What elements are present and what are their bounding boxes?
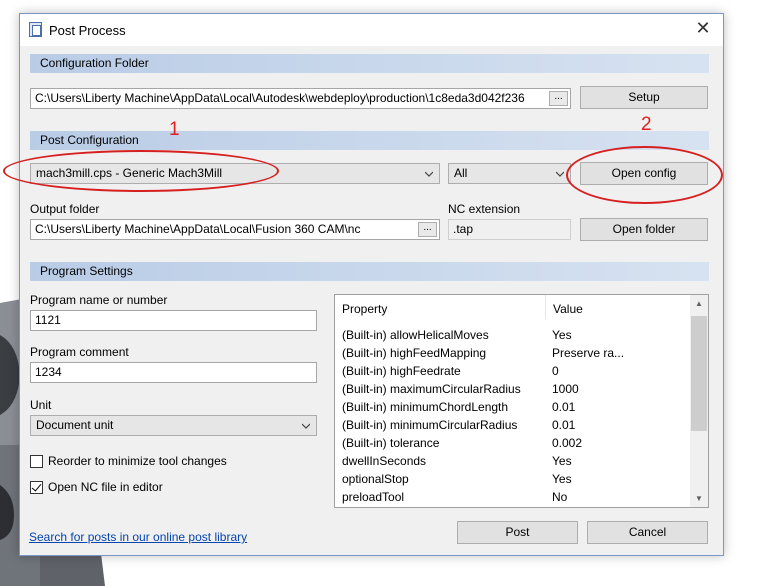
property-value[interactable]: 0.002 <box>552 436 582 450</box>
annotation-ellipse-post-select <box>3 150 279 192</box>
property-name: (Built-in) highFeedMapping <box>342 346 487 360</box>
cancel-button[interactable]: Cancel <box>587 521 708 544</box>
property-value[interactable]: Yes <box>552 472 572 486</box>
property-row[interactable]: preloadTool No <box>335 487 690 505</box>
unit-select[interactable]: Document unit <box>30 415 317 436</box>
nc-extension-label: NC extension <box>448 202 521 216</box>
chevron-down-icon <box>302 423 310 429</box>
post-button[interactable]: Post <box>457 521 578 544</box>
property-name: dwellInSeconds <box>342 454 427 468</box>
property-value[interactable]: 0.01 <box>552 418 575 432</box>
column-divider[interactable] <box>545 295 546 319</box>
property-value[interactable]: 0.01 <box>552 400 575 414</box>
property-row[interactable]: optionalStop Yes <box>335 469 690 487</box>
output-folder-label: Output folder <box>30 202 100 216</box>
config-folder-browse-button[interactable]: ... <box>549 91 568 106</box>
property-row[interactable]: (Built-in) highFeedrate 0 <box>335 361 690 379</box>
property-row[interactable]: (Built-in) tolerance 0.002 <box>335 433 690 451</box>
annotation-ellipse-open-config <box>566 146 723 204</box>
output-folder-browse-button[interactable]: ... <box>418 222 437 237</box>
post-filter-selected: All <box>454 166 468 180</box>
unit-selected: Document unit <box>36 418 114 432</box>
property-value[interactable]: 1000 <box>552 382 579 396</box>
property-name: (Built-in) highFeedrate <box>342 364 461 378</box>
scroll-up-icon[interactable]: ▲ <box>690 295 708 312</box>
output-folder-field[interactable]: C:\Users\Liberty Machine\AppData\Local\F… <box>30 219 440 240</box>
output-folder-path: C:\Users\Liberty Machine\AppData\Local\F… <box>35 222 361 236</box>
property-row[interactable]: (Built-in) minimumChordLength 0.01 <box>335 397 690 415</box>
property-value[interactable]: No <box>552 490 567 504</box>
property-name: (Built-in) maximumCircularRadius <box>342 382 521 396</box>
program-comment-label: Program comment <box>30 345 129 359</box>
property-name: optionalStop <box>342 472 409 486</box>
property-value[interactable]: Yes <box>552 328 572 342</box>
property-value[interactable]: Yes <box>552 454 572 468</box>
config-folder-field[interactable]: C:\Users\Liberty Machine\AppData\Local\A… <box>30 88 571 109</box>
annotation-number-1: 1 <box>169 119 180 140</box>
program-name-label: Program name or number <box>30 293 168 307</box>
property-scrollbar[interactable]: ▲ ▼ <box>690 295 708 507</box>
property-name: (Built-in) allowHelicalMoves <box>342 328 489 342</box>
property-value[interactable]: Preserve ra... <box>552 346 624 360</box>
setup-button[interactable]: Setup <box>580 86 708 109</box>
property-table-header: Property Value <box>335 295 690 319</box>
reorder-label: Reorder to minimize tool changes <box>48 454 227 468</box>
title-bar: Post Process ✕ <box>20 14 723 46</box>
property-row[interactable]: (Built-in) maximumCircularRadius 1000 <box>335 379 690 397</box>
reorder-checkbox[interactable] <box>30 455 43 468</box>
scroll-down-icon[interactable]: ▼ <box>690 490 708 507</box>
open-folder-button[interactable]: Open folder <box>580 218 708 241</box>
property-value[interactable]: 0 <box>552 364 559 378</box>
chevron-down-icon <box>425 171 433 177</box>
window-title: Post Process <box>49 23 126 38</box>
search-posts-link[interactable]: Search for posts in our online post libr… <box>29 530 247 544</box>
unit-label: Unit <box>30 398 52 412</box>
annotation-number-2: 2 <box>641 114 652 135</box>
config-folder-header: Configuration Folder <box>30 54 709 73</box>
config-folder-path: C:\Users\Liberty Machine\AppData\Local\A… <box>35 91 525 105</box>
program-name-field[interactable]: 1121 <box>30 310 317 331</box>
chevron-down-icon <box>556 171 564 177</box>
property-row[interactable]: (Built-in) minimumCircularRadius 0.01 <box>335 415 690 433</box>
open-nc-checkbox[interactable] <box>30 481 43 494</box>
property-column-header[interactable]: Property <box>342 302 387 316</box>
property-name: preloadTool <box>342 490 405 504</box>
open-nc-label: Open NC file in editor <box>48 480 163 494</box>
close-icon[interactable]: ✕ <box>693 18 713 39</box>
program-comment-field[interactable]: 1234 <box>30 362 317 383</box>
post-process-dialog: Post Process ✕ Configuration Folder C:\U… <box>19 13 724 556</box>
post-config-header: Post Configuration <box>30 131 709 150</box>
property-table[interactable]: Property Value (Built-in) allowHelicalMo… <box>334 294 709 508</box>
property-name: (Built-in) minimumCircularRadius <box>342 418 518 432</box>
property-name: (Built-in) minimumChordLength <box>342 400 509 414</box>
property-row[interactable]: (Built-in) highFeedMapping Preserve ra... <box>335 343 690 361</box>
program-settings-header: Program Settings <box>30 262 709 281</box>
scroll-thumb[interactable] <box>691 316 707 431</box>
app-icon <box>29 22 42 37</box>
post-filter-select[interactable]: All <box>448 163 571 184</box>
nc-extension-field[interactable]: .tap <box>448 219 571 240</box>
value-column-header[interactable]: Value <box>553 302 583 316</box>
property-row[interactable]: (Built-in) allowHelicalMoves Yes <box>335 325 690 343</box>
property-name: (Built-in) tolerance <box>342 436 440 450</box>
property-row[interactable]: dwellInSeconds Yes <box>335 451 690 469</box>
